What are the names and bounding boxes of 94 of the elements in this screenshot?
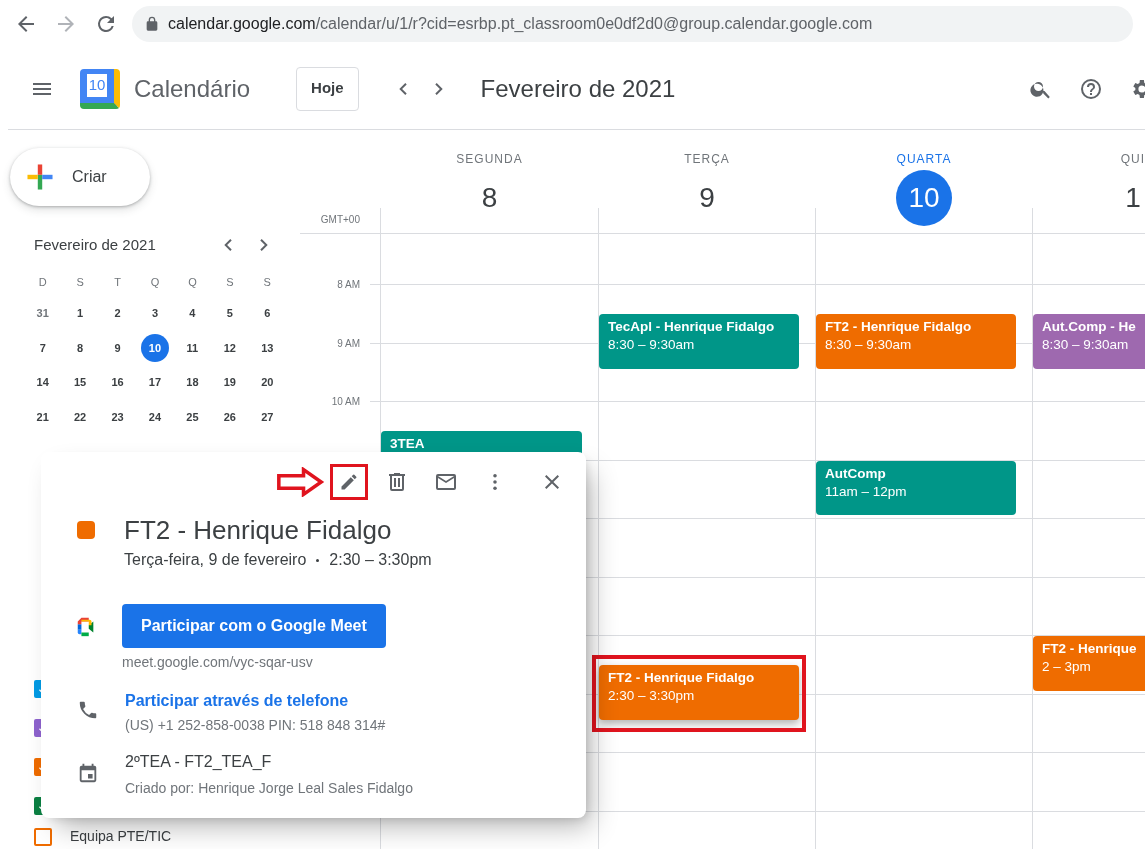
- mini-calendar-day[interactable]: 26: [215, 402, 244, 431]
- event-title: FT2 - Henrique Fidalgo: [608, 669, 756, 688]
- mini-calendar-day[interactable]: 1: [66, 299, 95, 328]
- mini-calendar-day[interactable]: 11: [178, 333, 207, 362]
- mini-calendar-day[interactable]: 15: [66, 368, 95, 397]
- event-chip[interactable]: AutComp 11am – 12pm: [816, 460, 1016, 515]
- weekday-label: Q: [188, 274, 197, 290]
- mini-calendar-day[interactable]: 24: [141, 402, 169, 431]
- today-button[interactable]: Hoje: [296, 66, 359, 111]
- mini-calendar-day[interactable]: 2: [103, 299, 132, 328]
- calendar-icon: [77, 762, 99, 784]
- event-time: 2 – 3pm: [1042, 658, 1092, 676]
- day-number[interactable]: 9: [679, 170, 735, 226]
- timezone-label: GMT+00: [320, 213, 360, 227]
- event-creator: Criado por: Henrique Jorge Leal Sales Fidalgo: [125, 779, 413, 798]
- address-bar[interactable]: calendar.google.com/calendar/u/1/r?cid=esrbp.pt_classroom0e0df2d0@group.calendar.google.com: [132, 6, 1133, 42]
- day-label: TERÇA: [684, 151, 730, 168]
- mini-calendar-day[interactable]: 12: [215, 333, 244, 362]
- mini-calendar-day[interactable]: 19: [215, 368, 244, 397]
- mini-calendar-day[interactable]: 14: [28, 368, 57, 397]
- mini-calendar-day[interactable]: 4: [178, 299, 207, 328]
- event-chip[interactable]: Aut.Comp - He 8:30 – 9:30am: [1033, 314, 1145, 369]
- mini-calendar-day[interactable]: 21: [28, 402, 57, 431]
- help-icon: [1079, 76, 1103, 101]
- day-label: SEGUNDA: [456, 151, 523, 168]
- mini-calendar-day[interactable]: 3: [141, 299, 169, 328]
- chevron-right-icon: [260, 239, 268, 251]
- chevron-left-icon: [224, 239, 232, 251]
- mini-calendar-day[interactable]: 10: [141, 333, 169, 362]
- mini-calendar-day[interactable]: 23: [103, 402, 132, 431]
- day-number[interactable]: 8: [461, 170, 518, 226]
- mini-calendar-day[interactable]: 20: [253, 368, 282, 397]
- chevron-right-icon: [434, 82, 443, 95]
- event-time: 8:30 – 9:30am: [608, 336, 696, 355]
- pencil-icon: [339, 472, 359, 492]
- event-chip[interactable]: TecApl - Henrique Fidalgo 8:30 – 9:30am: [599, 314, 799, 369]
- event-time: 8:30 – 9:30am: [1042, 336, 1130, 355]
- weekday-label: S: [226, 274, 234, 290]
- calendar-checkbox[interactable]: [34, 827, 52, 846]
- edit-button[interactable]: [330, 464, 368, 500]
- pointer-arrow-drawing: [275, 467, 325, 497]
- event-title: Aut.Comp - He: [1042, 318, 1137, 337]
- event-time: 2:30 – 3:30pm: [329, 550, 432, 570]
- event-title: AutComp: [825, 464, 887, 483]
- url-text: calendar.google.com/calendar/u/1/r?cid=esrbp.pt_classroom0e0df2d0@group.calendar.google.com: [168, 14, 873, 34]
- hour-label: 9 AM: [337, 336, 360, 351]
- weekday-label: D: [38, 274, 47, 290]
- app-title: Calendário: [134, 73, 251, 104]
- calendar-name: 2ºTEA - FT2_TEA_F: [125, 752, 273, 772]
- join-meet-button[interactable]: Participar com o Google Meet: [122, 604, 386, 648]
- mini-calendar-day[interactable]: 16: [103, 368, 132, 397]
- weekday-label: S: [263, 274, 271, 290]
- event-time: 11am – 12pm: [825, 482, 908, 501]
- mini-calendar-day[interactable]: 8: [66, 333, 95, 362]
- day-number[interactable]: 1: [1121, 170, 1145, 226]
- event-title: FT2 - Henrique Fidalgo: [825, 318, 973, 337]
- hour-label: 8 AM: [337, 278, 360, 292]
- weekday-label: Q: [150, 274, 160, 290]
- mini-calendar-day[interactable]: 5: [215, 299, 244, 328]
- mini-calendar-day[interactable]: 13: [253, 333, 282, 362]
- mini-calendar-day[interactable]: 18: [178, 368, 207, 397]
- event-time: 2:30 – 3:30pm: [608, 687, 696, 706]
- event-time: 8:30 – 9:30am: [825, 336, 913, 355]
- mini-calendar-day[interactable]: 25: [178, 402, 207, 431]
- phone-icon: [77, 699, 99, 721]
- mini-calendar-day[interactable]: 7: [28, 333, 57, 362]
- calendar-logo: 10: [80, 68, 120, 109]
- mini-calendar-day[interactable]: 31: [28, 299, 57, 328]
- mini-calendar-day[interactable]: 22: [66, 402, 95, 431]
- day-number[interactable]: 10: [896, 170, 952, 226]
- chevron-left-icon: [398, 82, 407, 95]
- day-label: QUI: [1120, 151, 1145, 168]
- mini-calendar-day[interactable]: 27: [253, 402, 282, 431]
- create-button[interactable]: Criar: [10, 148, 150, 206]
- weekday-label: S: [76, 274, 84, 290]
- phone-details: (US) +1 252-858-0038 PIN: 518 848 314#: [125, 716, 386, 735]
- mini-calendar-title: Fevereiro de 2021: [34, 234, 157, 255]
- more-icon: [493, 474, 497, 490]
- event-title: FT2 - Henrique: [1042, 640, 1138, 658]
- mini-calendar-day[interactable]: 6: [253, 299, 282, 328]
- join-by-phone-link[interactable]: Participar através de telefone: [125, 689, 386, 713]
- period-title: Fevereiro de 2021: [480, 73, 676, 104]
- day-label: QUARTA: [896, 151, 952, 168]
- mini-calendar-day[interactable]: 17: [141, 368, 169, 397]
- calendar-label: Equipa PTE/TIC: [70, 827, 172, 846]
- plus-icon: [26, 163, 54, 191]
- hour-label: 10 AM: [331, 395, 360, 409]
- mini-calendar-day[interactable]: 9: [103, 333, 132, 362]
- lock-icon: [144, 16, 160, 32]
- event-title: TecApl - Henrique Fidalgo: [608, 318, 776, 337]
- weekday-label: T: [114, 274, 121, 290]
- event-popup-title: FT2 - Henrique Fidalgo: [124, 514, 393, 546]
- event-date: Terça-feira, 9 de fevereiro: [124, 550, 307, 570]
- event-title: 3TEA: [390, 435, 426, 454]
